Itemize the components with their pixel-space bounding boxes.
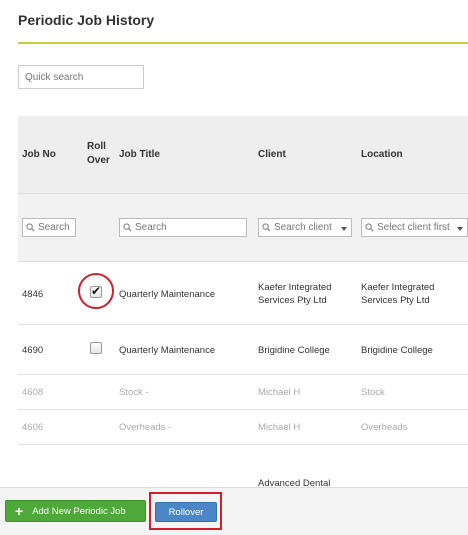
job-no-filter-placeholder: Search xyxy=(38,222,70,233)
location-cell: Overheads xyxy=(361,422,408,433)
table-row[interactable]: 4606 Overheads - Michael H Overheads xyxy=(18,410,468,445)
client-filter-select[interactable]: Search client xyxy=(258,218,352,237)
search-icon xyxy=(365,223,374,232)
job-no-cell: 4608 xyxy=(22,387,44,398)
location-cell: Brigidine College xyxy=(361,345,433,356)
column-header-roll-over[interactable]: Roll Over xyxy=(87,140,110,168)
highlight-circle xyxy=(78,273,114,309)
chevron-down-icon xyxy=(457,227,463,231)
job-no-filter-input[interactable]: Search xyxy=(22,218,76,237)
job-title-cell[interactable]: Stock - xyxy=(119,386,149,399)
search-icon xyxy=(26,223,35,232)
search-icon xyxy=(123,223,132,232)
column-header-roll-over-line2: Over xyxy=(87,155,110,166)
location-line1: Kaefer Integrated xyxy=(361,282,435,293)
column-header-location[interactable]: Location xyxy=(361,148,403,162)
highlight-rectangle xyxy=(149,492,222,530)
column-header-job-title[interactable]: Job Title xyxy=(119,148,160,162)
client-cell: Michael H xyxy=(258,387,301,398)
chevron-down-icon xyxy=(341,227,347,231)
add-periodic-job-button[interactable]: + Add New Periodic Job xyxy=(5,500,146,522)
job-title-filter-placeholder: Search xyxy=(135,222,167,233)
roll-over-checkbox[interactable] xyxy=(90,342,102,354)
column-header-job-no[interactable]: Job No xyxy=(22,148,56,162)
location-filter-placeholder: Select client first xyxy=(377,222,450,233)
location-filter-select[interactable]: Select client first xyxy=(361,218,468,237)
title-divider xyxy=(18,42,468,44)
location-cell: Kaefer Integrated Services Pty Ltd xyxy=(361,281,434,307)
job-title-filter-input[interactable]: Search xyxy=(119,218,247,237)
client-line2: Services Pty Ltd xyxy=(258,295,327,306)
job-no-cell: 4690 xyxy=(22,345,44,356)
job-title-cell[interactable]: Quarterly Maintenance xyxy=(119,344,215,357)
client-cell: Michael H xyxy=(258,422,301,433)
location-line2: Services Pty Ltd xyxy=(361,295,430,306)
job-no-cell: 4606 xyxy=(22,422,44,433)
page-title: Periodic Job History xyxy=(18,12,155,28)
job-no-cell: 4846 xyxy=(22,289,44,300)
column-header-client[interactable]: Client xyxy=(258,148,286,162)
client-cell: Kaefer Integrated Services Pty Ltd xyxy=(258,281,331,307)
table-row[interactable]: 4608 Stock - Michael H Stock xyxy=(18,375,468,410)
add-periodic-job-label: Add New Periodic Job xyxy=(32,505,126,517)
quick-search-input[interactable] xyxy=(18,65,144,89)
client-cell: Brigidine College xyxy=(258,345,330,356)
table-row[interactable]: Advanced Dental xyxy=(18,445,468,489)
column-header-roll-over-line1: Roll xyxy=(87,141,106,152)
job-title-cell[interactable]: Overheads - xyxy=(119,421,171,434)
client-filter-placeholder: Search client xyxy=(274,222,332,233)
location-cell: Stock xyxy=(361,387,385,398)
plus-icon: + xyxy=(15,503,24,519)
search-icon xyxy=(262,223,271,232)
client-line1: Kaefer Integrated xyxy=(258,282,332,293)
job-title-cell[interactable]: Quarterly Maintenance xyxy=(119,288,215,301)
